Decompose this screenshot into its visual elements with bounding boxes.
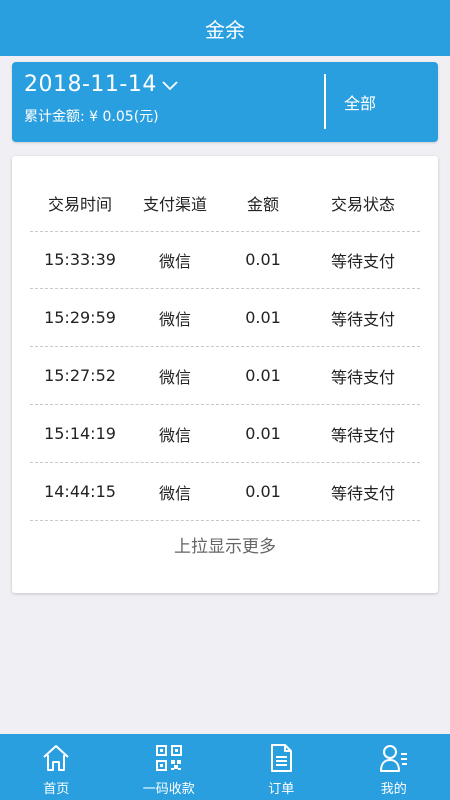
row-status: 等待支付: [330, 425, 395, 445]
row-channel: 微信: [158, 309, 191, 329]
divider: [324, 74, 326, 129]
chevron-down-icon: [162, 80, 178, 90]
table-header: 交易时间 支付渠道 金额 交易状态: [30, 174, 420, 232]
row-channel: 微信: [158, 367, 191, 387]
filter-card: 2018-11-14 累计金额: ¥ 0.05(元) 全部: [12, 62, 438, 142]
row-status: 等待支付: [330, 251, 395, 271]
channel-filter-button[interactable]: 全部: [344, 90, 376, 114]
row-status: 等待支付: [330, 367, 395, 387]
tab-label: 一码收款: [142, 782, 195, 797]
row-amount: 0.01: [245, 424, 281, 443]
row-amount: 0.01: [245, 308, 281, 327]
tab-label: 我的: [380, 782, 407, 797]
user-icon: [379, 745, 407, 772]
transaction-list: 交易时间 支付渠道 金额 交易状态 15:33:39 微信 0.01 等待支付 …: [12, 156, 438, 593]
date-value: 2018-11-14: [24, 72, 157, 97]
document-icon: [271, 744, 293, 772]
row-amount: 0.01: [245, 366, 281, 385]
tab-home[interactable]: 首页: [0, 734, 113, 800]
date-picker[interactable]: 2018-11-14: [24, 72, 179, 97]
tab-profile[interactable]: 我的: [338, 734, 450, 800]
row-amount: 0.01: [245, 250, 281, 269]
column-header-amount: 金额: [246, 194, 279, 214]
row-time: 15:33:39: [44, 250, 116, 269]
row-status: 等待支付: [330, 483, 395, 503]
tab-label: 订单: [268, 782, 295, 797]
column-header-channel: 支付渠道: [142, 194, 207, 214]
row-time: 14:44:15: [44, 482, 116, 501]
row-time: 15:29:59: [44, 308, 116, 327]
bottom-tab-bar: 首页 一码收款 订单 我的: [0, 734, 450, 800]
total-amount: 累计金额: ¥ 0.05(元): [24, 109, 159, 125]
row-channel: 微信: [158, 483, 191, 503]
row-time: 15:27:52: [44, 366, 116, 385]
page-title: 金余: [205, 17, 245, 42]
table-row[interactable]: 15:27:52 微信 0.01 等待支付: [30, 347, 420, 405]
column-header-time: 交易时间: [47, 194, 112, 214]
table-row[interactable]: 15:14:19 微信 0.01 等待支付: [30, 405, 420, 463]
row-status: 等待支付: [330, 309, 395, 329]
row-channel: 微信: [158, 425, 191, 445]
tab-orders[interactable]: 订单: [225, 734, 338, 800]
table-row[interactable]: 15:29:59 微信 0.01 等待支付: [30, 289, 420, 347]
table-row[interactable]: 15:33:39 微信 0.01 等待支付: [30, 231, 420, 289]
table-row[interactable]: 14:44:15 微信 0.01 等待支付: [30, 463, 420, 521]
app-header: 金余: [0, 0, 450, 56]
load-more-hint[interactable]: 上拉显示更多: [12, 532, 438, 557]
column-header-status: 交易状态: [330, 194, 395, 214]
tab-qrcode[interactable]: 一码收款: [113, 734, 226, 800]
row-channel: 微信: [158, 251, 191, 271]
row-time: 15:14:19: [44, 424, 116, 443]
tab-label: 首页: [43, 782, 70, 797]
qrcode-icon: [155, 745, 182, 771]
home-icon: [43, 745, 69, 771]
row-amount: 0.01: [245, 482, 281, 501]
